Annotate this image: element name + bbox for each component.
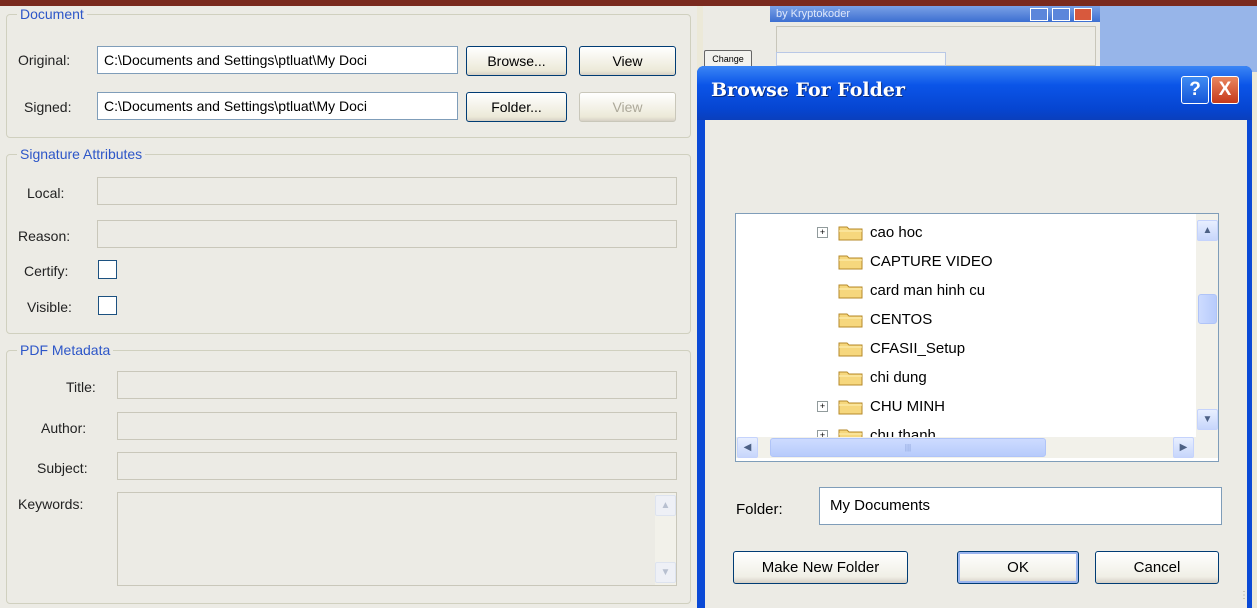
reason-label: Reason: <box>18 228 71 244</box>
minimize-icon <box>1030 8 1048 21</box>
document-legend: Document <box>20 6 84 22</box>
local-field <box>97 177 677 205</box>
scroll-left-icon[interactable]: ◀ <box>737 437 758 458</box>
expand-icon[interactable]: + <box>817 227 828 238</box>
tree-item-label: chi dung <box>870 369 927 386</box>
keywords-scrollbar: ▲ ▼ <box>655 493 676 585</box>
folder-label: Folder: <box>736 501 783 518</box>
tree-item[interactable]: chi dung <box>736 363 1196 392</box>
horizontal-scroll-thumb[interactable]: ||| <box>770 438 1046 457</box>
subject-label: Subject: <box>37 460 88 476</box>
tree-item[interactable]: CAPTURE VIDEO <box>736 247 1196 276</box>
folder-icon <box>838 284 863 299</box>
folder-icon <box>838 255 863 270</box>
folder-button[interactable]: Folder... <box>466 92 567 122</box>
dialog-title: Browse For Folder <box>711 79 905 101</box>
view-signed-button: View <box>579 92 676 122</box>
cancel-button[interactable]: Cancel <box>1095 551 1219 584</box>
tree-item-label: card man hinh cu <box>870 282 986 299</box>
signed-label: Signed: <box>24 99 72 115</box>
folder-icon <box>838 429 863 437</box>
expand-icon[interactable]: + <box>817 430 828 437</box>
expand-icon[interactable]: + <box>817 401 828 412</box>
background-window-title: by Kryptokoder <box>770 6 1100 22</box>
help-button[interactable]: ? <box>1181 76 1209 104</box>
tree-item-label: CAPTURE VIDEO <box>870 253 993 270</box>
reason-field <box>97 220 677 248</box>
folder-icon <box>838 313 863 328</box>
close-button[interactable]: X <box>1211 76 1239 104</box>
folder-icon <box>838 342 863 357</box>
title-label: Title: <box>66 379 96 395</box>
subject-field <box>117 452 677 480</box>
certify-checkbox[interactable] <box>98 260 117 279</box>
scroll-right-icon[interactable]: ▶ <box>1173 437 1194 458</box>
tree-item[interactable]: card man hinh cu <box>736 276 1196 305</box>
tree-item-label: CFASII_Setup <box>870 340 966 357</box>
signature-legend: Signature Attributes <box>20 146 143 162</box>
scroll-down-icon: ▼ <box>655 562 676 583</box>
vertical-scroll-thumb[interactable] <box>1198 294 1217 324</box>
local-label: Local: <box>27 185 65 201</box>
background-progress <box>776 52 946 66</box>
tree-horizontal-scrollbar[interactable]: ◀ ||| ▶ <box>736 437 1218 458</box>
folder-icon <box>838 371 863 386</box>
folder-icon <box>838 400 863 415</box>
tree-vertical-scrollbar[interactable]: ▲ ▼ <box>1196 214 1218 437</box>
resize-grip-icon[interactable]: ⋮ <box>1239 590 1251 602</box>
metadata-legend: PDF Metadata <box>20 342 111 358</box>
folder-icon <box>838 226 863 241</box>
signed-path-field[interactable]: C:\Documents and Settings\ptluat\My Doci <box>97 92 458 120</box>
certify-label: Certify: <box>24 263 69 279</box>
tree-item[interactable]: CENTOS <box>736 305 1196 334</box>
scroll-down-icon[interactable]: ▼ <box>1197 409 1218 430</box>
tree-item[interactable]: + CHU MINH <box>736 392 1196 421</box>
signing-app-panel: Document Original: C:\Documents and Sett… <box>0 6 697 608</box>
author-label: Author: <box>41 420 87 436</box>
folder-name-input[interactable]: My Documents <box>819 487 1222 525</box>
visible-checkbox[interactable] <box>98 296 117 315</box>
tree-item-label: CENTOS <box>870 311 933 328</box>
tree-item[interactable]: + cao hoc <box>736 218 1196 247</box>
tree-item-label: cao hoc <box>870 224 923 241</box>
tree-item-label: CHU MINH <box>870 398 945 415</box>
original-path-field[interactable]: C:\Documents and Settings\ptluat\My Doci <box>97 46 458 74</box>
keywords-textarea: ▲ ▼ <box>117 492 677 586</box>
view-original-button[interactable]: View <box>579 46 676 76</box>
browse-button[interactable]: Browse... <box>466 46 567 76</box>
scroll-up-icon: ▲ <box>655 495 676 516</box>
visible-label: Visible: <box>27 299 72 315</box>
close-icon <box>1074 8 1092 21</box>
tree-item[interactable]: CFASII_Setup <box>736 334 1196 363</box>
maximize-icon <box>1052 8 1070 21</box>
ok-button[interactable]: OK <box>957 551 1079 584</box>
title-field <box>117 371 677 399</box>
folder-tree[interactable]: + cao hoc CAPTURE VIDEO card man hinh cu… <box>735 213 1219 462</box>
tree-item-label: chu thanh <box>870 427 936 437</box>
scroll-up-icon[interactable]: ▲ <box>1197 220 1218 241</box>
tree-item[interactable]: + chu thanh <box>736 421 1196 437</box>
desktop-background <box>1100 6 1257 72</box>
keywords-label: Keywords: <box>18 496 84 512</box>
make-new-folder-button[interactable]: Make New Folder <box>733 551 908 584</box>
original-label: Original: <box>18 52 71 68</box>
author-field <box>117 412 677 440</box>
